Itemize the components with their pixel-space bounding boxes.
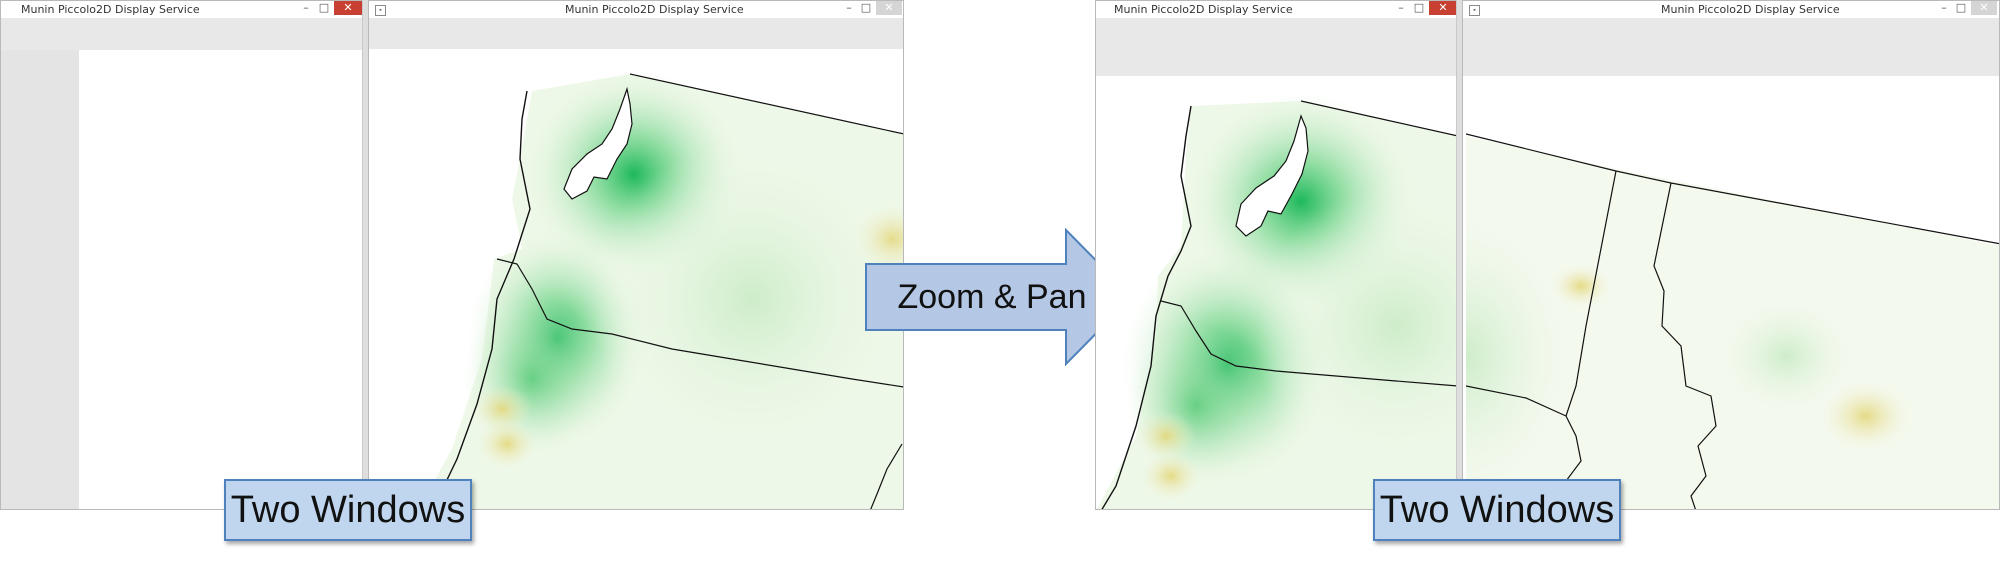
minimize-button[interactable]: – (299, 1, 313, 15)
window-1-left[interactable]: Munin Piccolo2D Display Service – □ ✕ (0, 0, 364, 510)
minimize-button[interactable]: – (1394, 1, 1408, 15)
label-two-windows-right: Two Windows (1373, 479, 1621, 541)
label-two-windows-left: Two Windows (224, 479, 472, 541)
arrow-label: Zoom & Pan (898, 278, 1087, 316)
close-button[interactable]: ✕ (1971, 1, 1997, 15)
window-4-right-map[interactable]: ▪ Munin Piccolo2D Display Service – □ ✕ (1462, 0, 2000, 510)
heatmap-blob (1716, 296, 1856, 416)
heatmap-blob (592, 139, 903, 459)
window-4-toolbar-area (1463, 18, 1999, 76)
map-canvas-left[interactable] (372, 49, 904, 510)
close-button[interactable]: ✕ (1429, 1, 1457, 15)
window-3-right-map[interactable]: Munin Piccolo2D Display Service – □ ✕ (1095, 0, 1459, 510)
window-2-titlebar[interactable]: ▪ Munin Piccolo2D Display Service – □ ✕ (369, 1, 903, 19)
map-canvas-right-b[interactable] (1463, 76, 2000, 510)
maximize-button[interactable]: □ (859, 1, 873, 15)
heatmap-blob (1551, 264, 1611, 308)
map-left-svg[interactable] (372, 49, 904, 510)
minimize-button[interactable]: – (1937, 1, 1951, 15)
app-icon: ▪ (375, 5, 386, 16)
window-1-title: Munin Piccolo2D Display Service (21, 3, 200, 16)
app-icon: ▪ (1469, 5, 1480, 16)
window-3-toolbar-area (1096, 18, 1458, 76)
map-right-b-svg[interactable] (1463, 76, 2000, 510)
maximize-button[interactable]: □ (1412, 1, 1426, 15)
window-2-toolbar-area (369, 18, 903, 49)
minimize-button[interactable]: – (842, 1, 856, 15)
map-right-a-svg[interactable] (1096, 76, 1458, 510)
close-button[interactable]: ✕ (876, 1, 902, 15)
window-1-blank-canvas[interactable] (79, 50, 363, 509)
window-3-titlebar[interactable]: Munin Piccolo2D Display Service – □ ✕ (1096, 1, 1458, 19)
window-1-toolbar-area (1, 18, 363, 50)
window-1-titlebar[interactable]: Munin Piccolo2D Display Service – □ ✕ (1, 1, 363, 19)
heatmap-blob (477, 419, 537, 469)
close-button[interactable]: ✕ (334, 1, 362, 15)
window-4-title: Munin Piccolo2D Display Service (1661, 3, 1840, 16)
window-2-title: Munin Piccolo2D Display Service (565, 3, 744, 16)
window-2-left-map[interactable]: ▪ Munin Piccolo2D Display Service – □ ✕ (368, 0, 904, 510)
window-4-titlebar[interactable]: ▪ Munin Piccolo2D Display Service – □ ✕ (1463, 1, 1999, 19)
maximize-button[interactable]: □ (317, 1, 331, 15)
window-1-canvas[interactable] (1, 50, 363, 509)
map-canvas-right-a[interactable] (1096, 76, 1458, 510)
maximize-button[interactable]: □ (1954, 1, 1968, 15)
window-3-title: Munin Piccolo2D Display Service (1114, 3, 1293, 16)
heatmap-blob (1141, 451, 1201, 501)
